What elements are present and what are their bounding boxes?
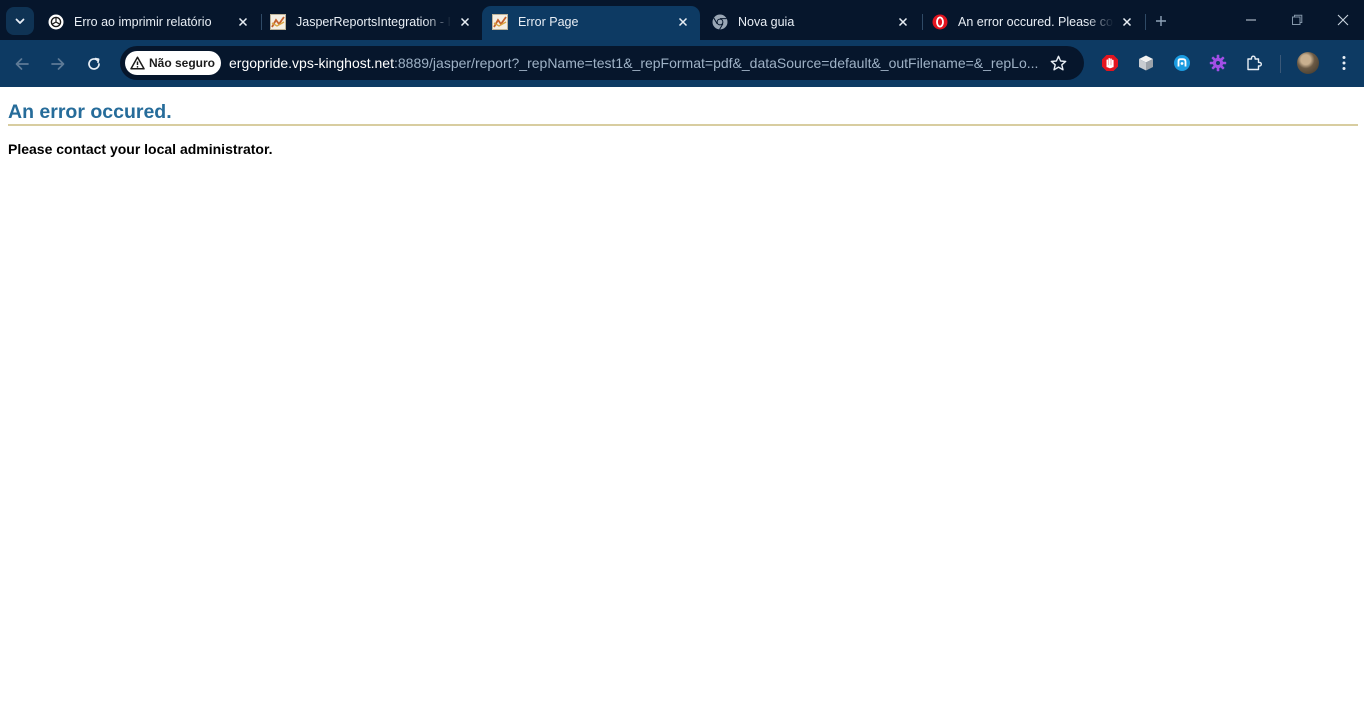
- tab-close-button[interactable]: [674, 13, 692, 31]
- tab-an-error-occured[interactable]: An error occured. Please con: [922, 6, 1144, 40]
- tab-title: An error occured. Please con: [958, 15, 1114, 29]
- cube-icon: [1139, 55, 1153, 71]
- blue-extension-icon: [1174, 55, 1190, 71]
- arrow-right-icon: [51, 58, 65, 70]
- close-icon: [1122, 17, 1132, 27]
- url-path: :8889/jasper/report?_repName=test1&_repF…: [394, 55, 1039, 71]
- star-icon: [1050, 55, 1066, 70]
- tab-separator: [1145, 14, 1146, 30]
- tab-nova-guia[interactable]: Nova guia: [702, 6, 920, 40]
- browser-menu-button[interactable]: [1333, 52, 1355, 74]
- url-text[interactable]: ergopride.vps-kinghost.net:8889/jasper/r…: [229, 55, 1044, 71]
- restore-icon: [1292, 14, 1303, 25]
- tab-close-button[interactable]: [1118, 13, 1136, 31]
- extensions-menu-button[interactable]: [1243, 52, 1265, 74]
- tab-close-button[interactable]: [234, 13, 252, 31]
- error-message: Please contact your local administrator.: [8, 141, 273, 157]
- profile-avatar[interactable]: [1297, 52, 1319, 74]
- forward-button[interactable]: [45, 51, 71, 77]
- close-icon: [460, 17, 470, 27]
- tab-close-button[interactable]: [456, 13, 474, 31]
- close-icon: [678, 17, 688, 27]
- security-label: Não seguro: [149, 56, 216, 70]
- openai-icon: [48, 14, 64, 30]
- minimize-icon: [1246, 19, 1256, 21]
- tab-strip: Erro ao imprimir relatório JasperReports…: [0, 0, 1364, 40]
- new-tab-button[interactable]: [1150, 10, 1172, 32]
- warning-icon: [130, 56, 145, 70]
- extension-blue[interactable]: [1171, 52, 1193, 74]
- tab-jasper-integration[interactable]: JasperReportsIntegration - Ir: [260, 6, 482, 40]
- plus-icon: [1156, 16, 1166, 26]
- browser-toolbar: Não seguro ergopride.vps-kinghost.net:88…: [0, 40, 1364, 87]
- close-icon: [238, 17, 248, 27]
- minimize-button[interactable]: [1238, 8, 1264, 32]
- chevron-down-icon: [15, 18, 25, 24]
- hand-stop-icon: [1102, 55, 1118, 71]
- address-bar[interactable]: Não seguro ergopride.vps-kinghost.net:88…: [120, 46, 1084, 80]
- bookmark-button[interactable]: [1048, 53, 1068, 73]
- page-title: An error occured.: [8, 101, 172, 123]
- extension-cube[interactable]: [1135, 52, 1157, 74]
- close-window-button[interactable]: [1330, 8, 1356, 32]
- chrome-icon: [712, 14, 728, 30]
- extension-adblock[interactable]: [1099, 52, 1121, 74]
- page-content: An error occured. Please contact your lo…: [0, 87, 1364, 718]
- title-divider: [8, 124, 1358, 126]
- reload-button[interactable]: [81, 51, 107, 77]
- jasper-icon: [270, 14, 286, 30]
- security-chip[interactable]: Não seguro: [125, 51, 221, 75]
- reload-icon: [88, 57, 100, 70]
- tab-title: Erro ao imprimir relatório: [74, 15, 212, 29]
- tab-title: JasperReportsIntegration - Ir: [296, 15, 452, 29]
- tab-title: Error Page: [518, 15, 579, 29]
- arrow-left-icon: [15, 58, 29, 70]
- toolbar-separator: [1280, 55, 1281, 73]
- puzzle-icon: [1247, 55, 1262, 71]
- close-icon: [1337, 14, 1349, 26]
- opera-icon: [932, 14, 948, 30]
- tab-close-button[interactable]: [894, 13, 912, 31]
- back-button[interactable]: [9, 51, 35, 77]
- url-host: ergopride.vps-kinghost.net: [229, 55, 394, 71]
- tab-search-button[interactable]: [6, 7, 34, 35]
- restore-button[interactable]: [1284, 8, 1310, 32]
- extension-gear[interactable]: [1207, 52, 1229, 74]
- close-icon: [898, 17, 908, 27]
- jasper-icon: [492, 14, 508, 30]
- tab-erro-ao-imprimir[interactable]: Erro ao imprimir relatório: [38, 6, 260, 40]
- tab-title: Nova guia: [738, 15, 795, 29]
- more-vertical-icon: [1342, 56, 1346, 70]
- gear-icon: [1209, 54, 1227, 72]
- tab-error-page[interactable]: Error Page: [482, 6, 700, 40]
